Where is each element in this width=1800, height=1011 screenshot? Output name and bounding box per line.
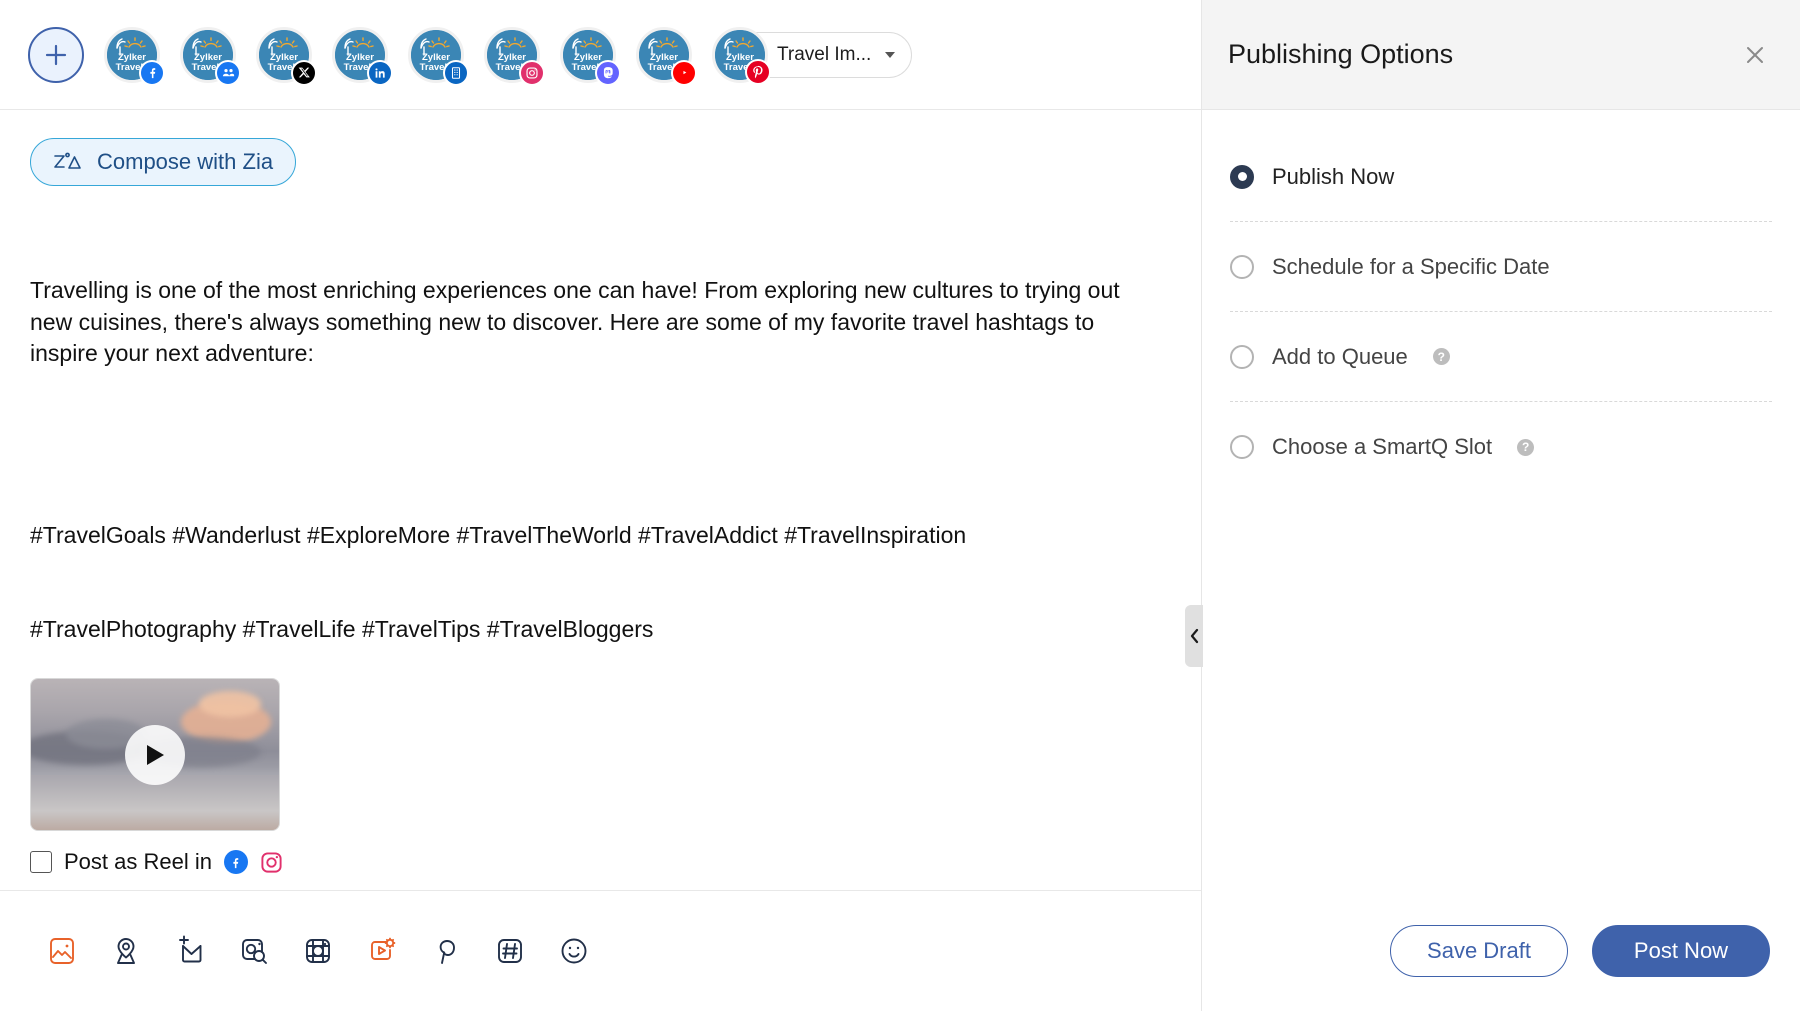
add-channel-button[interactable]: [28, 26, 84, 83]
sticker-icon[interactable]: [286, 923, 350, 979]
chevron-left-icon: [1190, 628, 1198, 644]
account-chip-instagram[interactable]: Zylker Travels: [484, 26, 545, 86]
cloud-shape: [199, 691, 261, 717]
publishing-option-publish-now[interactable]: Publish Now: [1230, 132, 1772, 222]
location-pin-icon[interactable]: [94, 923, 158, 979]
plus-icon: [45, 44, 67, 65]
option-label: Publish Now: [1272, 163, 1395, 189]
linkedin-company-icon: [443, 59, 469, 86]
pinterest-icon[interactable]: [414, 923, 478, 979]
post-hashtags-line-1: #TravelGoals #Wanderlust #ExploreMore #T…: [30, 521, 967, 548]
compose-with-zia-button[interactable]: Compose with Zia: [30, 138, 297, 186]
panel-title: Publishing Options: [1228, 39, 1454, 69]
add-to-draft-icon[interactable]: [158, 923, 222, 979]
facebook-icon: [223, 850, 248, 874]
play-button[interactable]: [125, 724, 185, 785]
post-paragraph-1: Travelling is one of the most enriching …: [30, 277, 1127, 366]
footer-actions: Save Draft Post Now: [1390, 890, 1770, 1011]
close-panel-button[interactable]: [1738, 38, 1772, 72]
facebook-group-icon: [215, 59, 241, 86]
help-icon[interactable]: ?: [1517, 438, 1535, 456]
post-hashtags-line-2: #TravelPhotography #TravelLife #TravelTi…: [30, 616, 654, 642]
account-chip-x[interactable]: Zylker Travels: [256, 26, 317, 86]
radio-schedule[interactable]: [1230, 254, 1254, 279]
mastodon-icon: [595, 59, 621, 86]
radio-add-to-queue[interactable]: [1230, 344, 1254, 369]
option-label: Schedule for a Specific Date: [1272, 253, 1550, 279]
account-chip-facebook[interactable]: Zylker Travels: [104, 26, 165, 86]
save-draft-button[interactable]: Save Draft: [1390, 924, 1568, 977]
post-now-button[interactable]: Post Now: [1592, 924, 1770, 977]
publishing-options-panel: Publishing Options Publish Now Schedule …: [1202, 0, 1800, 1011]
account-chip-mastodon[interactable]: Zylker Travels: [560, 26, 621, 86]
panel-options-list: Publish Now Schedule for a Specific Date…: [1202, 110, 1800, 492]
composer-body: Compose with Zia Travelling is one of th…: [0, 110, 1201, 890]
play-icon: [147, 744, 164, 765]
account-chip-youtube[interactable]: Zylker Travels: [636, 26, 697, 86]
post-as-reel-checkbox[interactable]: [30, 851, 52, 873]
x-twitter-icon: [291, 59, 317, 86]
account-chip-pinterest-wrap: Zylker Travels Travel Im...: [712, 26, 913, 85]
instagram-icon: [519, 59, 545, 86]
youtube-icon: [671, 59, 697, 86]
zia-icon: [54, 152, 81, 169]
post-composer-window: Zylker Travels Zylker Travels Zylker Tra…: [0, 0, 1800, 1011]
linkedin-icon: [367, 59, 393, 86]
emoji-icon[interactable]: [542, 923, 606, 979]
image-search-icon[interactable]: [222, 923, 286, 979]
account-chip-facebook-group[interactable]: Zylker Travels: [180, 26, 241, 86]
zia-button-label: Compose with Zia: [97, 149, 274, 174]
help-icon[interactable]: ?: [1432, 348, 1450, 365]
video-thumbnail[interactable]: [30, 678, 280, 831]
media-attachment-block: Post as Reel in: [30, 678, 284, 875]
composer-toolbar: [0, 890, 1201, 1011]
post-as-reel-row: Post as Reel in: [30, 849, 284, 875]
account-chip-linkedin-page[interactable]: Zylker Travels: [408, 26, 469, 86]
radio-smartq-slot[interactable]: [1230, 435, 1254, 459]
radio-publish-now[interactable]: [1230, 164, 1254, 189]
board-selector-value: Travel Im...: [777, 43, 872, 65]
pinterest-icon: [745, 58, 771, 85]
post-as-reel-label: Post as Reel in: [64, 849, 212, 874]
add-image-icon[interactable]: [30, 923, 94, 979]
video-settings-icon[interactable]: [350, 923, 414, 979]
account-chip-linkedin[interactable]: Zylker Travels: [332, 26, 393, 86]
composer-pane: Zylker Travels Zylker Travels Zylker Tra…: [0, 0, 1202, 1011]
chevron-down-icon: [885, 51, 896, 58]
facebook-icon: [139, 59, 165, 86]
account-selector-bar: Zylker Travels Zylker Travels Zylker Tra…: [0, 0, 1201, 110]
publishing-option-add-to-queue[interactable]: Add to Queue ?: [1230, 312, 1772, 402]
publishing-option-schedule[interactable]: Schedule for a Specific Date: [1230, 222, 1772, 312]
publishing-option-smartq-slot[interactable]: Choose a SmartQ Slot ?: [1230, 402, 1772, 492]
account-chip-pinterest[interactable]: Zylker Travels: [712, 26, 771, 85]
option-label: Choose a SmartQ Slot: [1272, 434, 1493, 459]
close-icon: [1747, 46, 1763, 63]
hashtag-icon[interactable]: [478, 923, 542, 979]
panel-header: Publishing Options: [1202, 0, 1800, 110]
panel-collapse-handle[interactable]: [1185, 605, 1203, 667]
instagram-icon: [260, 850, 284, 874]
option-label: Add to Queue: [1272, 343, 1408, 369]
